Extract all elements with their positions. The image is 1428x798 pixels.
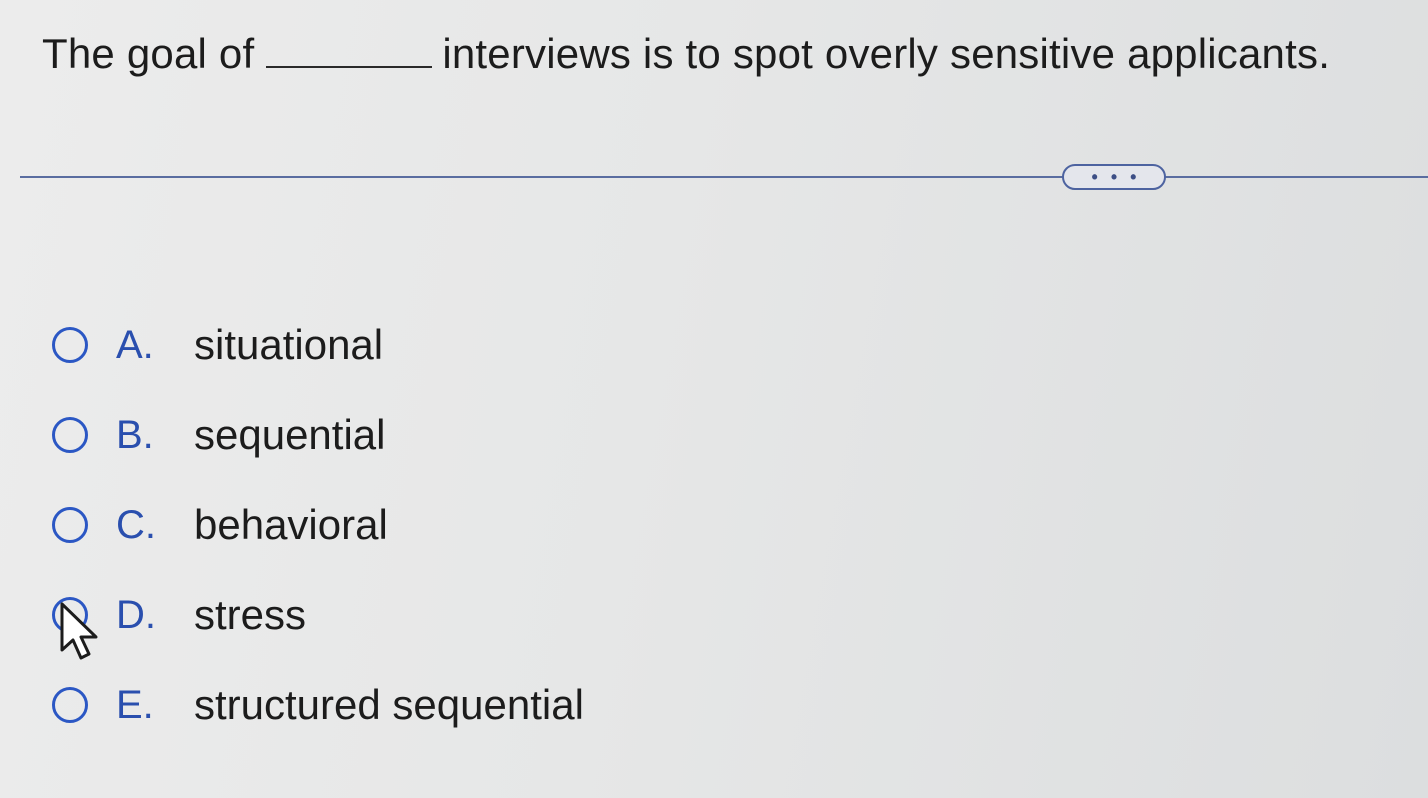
more-options-button[interactable]: • • • <box>1062 164 1166 190</box>
option-d[interactable]: D. stress <box>52 570 584 660</box>
answer-options: A. situational B. sequential C. behavior… <box>52 300 584 750</box>
option-d-letter: D. <box>116 592 156 637</box>
option-c-letter: C. <box>116 502 156 547</box>
radio-button-d[interactable] <box>52 597 88 633</box>
option-a-letter: A. <box>116 322 154 367</box>
option-b[interactable]: B. sequential <box>52 390 584 480</box>
radio-button-a[interactable] <box>52 327 88 363</box>
question-text-after: interviews is to spot overly sensitive a… <box>442 30 1331 77</box>
option-a-text: situational <box>194 321 384 368</box>
option-e[interactable]: E. structured sequential <box>52 660 584 750</box>
question-text-before: The goal of <box>42 30 255 77</box>
radio-button-e[interactable] <box>52 687 88 723</box>
answer-blank <box>266 32 433 68</box>
option-b-text: sequential <box>194 411 386 458</box>
option-c-text: behavioral <box>194 501 388 548</box>
option-a[interactable]: A. situational <box>52 300 584 390</box>
option-c[interactable]: C. behavioral <box>52 480 584 570</box>
radio-button-c[interactable] <box>52 507 88 543</box>
question-text: The goal of interviews is to spot overly … <box>42 26 1330 82</box>
section-divider <box>20 176 1428 178</box>
option-b-letter: B. <box>116 412 154 457</box>
option-d-text: stress <box>194 591 307 638</box>
option-e-text: structured sequential <box>194 681 584 728</box>
option-e-letter: E. <box>116 682 154 727</box>
radio-button-b[interactable] <box>52 417 88 453</box>
